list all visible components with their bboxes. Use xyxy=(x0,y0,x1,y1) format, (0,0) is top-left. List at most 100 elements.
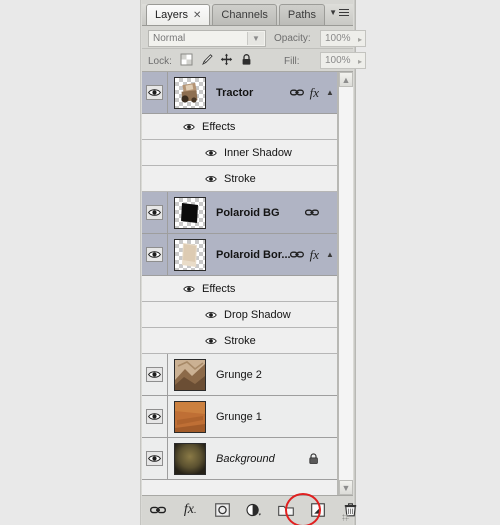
table-row[interactable]: Grunge 1 xyxy=(142,395,337,438)
eye-icon[interactable] xyxy=(204,175,218,183)
layer-thumbnail xyxy=(174,358,206,391)
expand-collapse-effects-icon[interactable]: ▲ xyxy=(323,88,337,97)
screenshot-root: − × Layers ✕ Channels Paths ▼ xyxy=(0,0,500,525)
eye-icon[interactable] xyxy=(204,337,218,345)
list-item[interactable]: Drop Shadow xyxy=(142,302,337,328)
layer-thumbnail-cell[interactable] xyxy=(168,76,212,109)
layer-name[interactable]: Background xyxy=(212,453,308,465)
lock-all-icon xyxy=(308,452,319,465)
effect-label: Stroke xyxy=(224,172,256,185)
layer-visibility-cell[interactable] xyxy=(142,437,168,480)
lock-position-icon[interactable] xyxy=(220,53,233,66)
list-item[interactable]: Stroke xyxy=(142,328,337,354)
link-layers-icon[interactable] xyxy=(289,250,304,259)
effect-row[interactable]: Stroke xyxy=(142,335,256,347)
layer-style-fx-icon[interactable]: fx xyxy=(310,247,319,263)
effect-row[interactable]: Drop Shadow xyxy=(142,309,291,321)
list-item[interactable]: Effects xyxy=(142,114,337,140)
eye-icon[interactable] xyxy=(146,409,163,424)
eye-icon[interactable] xyxy=(146,247,163,262)
layer-style-fx-icon[interactable]: fx xyxy=(310,85,319,101)
list-item[interactable]: Stroke xyxy=(142,166,337,192)
list-item[interactable]: Inner Shadow xyxy=(142,140,337,166)
layer-name[interactable]: Grunge 1 xyxy=(212,411,319,423)
tab-channels[interactable]: Channels xyxy=(212,4,277,25)
scroll-up-arrow-icon[interactable]: ▲ xyxy=(339,72,353,87)
eye-icon[interactable] xyxy=(204,149,218,157)
effects-group-row[interactable]: Effects xyxy=(142,283,235,295)
resize-grip-icon[interactable] xyxy=(342,514,349,521)
layer-thumbnail-cell[interactable] xyxy=(168,400,212,433)
fill-slider-arrow-icon[interactable]: ▸ xyxy=(358,57,362,66)
layer-thumbnail-cell[interactable] xyxy=(168,442,212,475)
fill-input[interactable]: 100% ▸ xyxy=(320,52,366,69)
layer-badges: fx xyxy=(289,247,323,263)
table-row[interactable]: Polaroid BG xyxy=(142,191,337,234)
layer-visibility-cell[interactable] xyxy=(142,395,168,438)
new-layer-icon[interactable] xyxy=(310,502,326,518)
eye-icon[interactable] xyxy=(204,311,218,319)
blend-mode-select[interactable]: Normal ▼ xyxy=(148,30,266,47)
chevron-down-icon[interactable]: ▼ xyxy=(247,32,264,45)
scroll-down-arrow-icon[interactable]: ▼ xyxy=(339,480,353,495)
opacity-input[interactable]: 100% ▸ xyxy=(320,30,366,47)
layer-name[interactable]: Polaroid BG xyxy=(212,207,305,219)
layer-thumbnail-cell[interactable] xyxy=(168,196,212,229)
effect-label: Inner Shadow xyxy=(224,146,292,159)
layer-visibility-cell[interactable] xyxy=(142,191,168,234)
layer-mask-icon[interactable] xyxy=(214,502,230,518)
eye-icon[interactable] xyxy=(146,205,163,220)
effect-row[interactable]: Inner Shadow xyxy=(142,147,292,159)
tab-close-icon[interactable]: ✕ xyxy=(193,10,201,21)
tab-paths[interactable]: Paths xyxy=(278,4,326,25)
link-layers-icon[interactable] xyxy=(305,208,319,217)
table-row[interactable]: Polaroid Bor... fx ▲ xyxy=(142,233,337,276)
lock-image-pixels-icon[interactable] xyxy=(200,53,213,66)
layer-style-fx-icon[interactable]: fx. xyxy=(182,502,198,518)
eye-icon[interactable] xyxy=(146,367,163,382)
layer-list[interactable]: Tractor fx ▲ Effects Inner Shadow Stroke… xyxy=(142,72,338,495)
layer-badges xyxy=(305,208,323,217)
list-item[interactable]: Effects xyxy=(142,276,337,302)
panel-menu-button[interactable]: ▼ xyxy=(329,7,349,18)
panel-tab-bar: Layers ✕ Channels Paths ▼ xyxy=(142,4,353,26)
lock-buttons xyxy=(180,53,253,66)
expand-collapse-effects-icon[interactable]: ▲ xyxy=(323,250,337,259)
layer-thumbnail-cell[interactable] xyxy=(168,238,212,271)
opacity-slider-arrow-icon[interactable]: ▸ xyxy=(358,35,362,44)
eye-icon[interactable] xyxy=(146,85,163,100)
link-layers-icon[interactable] xyxy=(289,88,304,97)
effect-row[interactable]: Stroke xyxy=(142,173,256,185)
opacity-label: Opacity: xyxy=(274,33,311,44)
effects-group-row[interactable]: Effects xyxy=(142,121,235,133)
fill-value: 100% xyxy=(325,55,351,66)
tab-layers[interactable]: Layers ✕ xyxy=(146,4,211,25)
layer-thumbnail xyxy=(174,238,206,271)
eye-icon[interactable] xyxy=(182,285,196,293)
layer-name[interactable]: Tractor xyxy=(212,87,290,99)
layer-visibility-cell[interactable] xyxy=(142,233,168,276)
eye-icon[interactable] xyxy=(146,451,163,466)
link-layers-icon[interactable] xyxy=(150,502,166,518)
table-row[interactable]: Background xyxy=(142,437,337,480)
layer-name[interactable]: Polaroid Bor... xyxy=(212,249,290,261)
effects-label: Effects xyxy=(202,120,236,133)
table-row[interactable]: Grunge 2 xyxy=(142,353,337,396)
table-row[interactable]: Tractor fx ▲ xyxy=(142,72,337,114)
adjustment-layer-icon[interactable] xyxy=(246,502,262,518)
eye-icon[interactable] xyxy=(182,123,196,131)
layer-thumbnail xyxy=(174,76,206,109)
effect-label: Drop Shadow xyxy=(224,308,291,321)
blend-mode-value: Normal xyxy=(153,33,186,44)
lock-transparent-pixels-icon[interactable] xyxy=(180,53,193,66)
layer-thumbnail-cell[interactable] xyxy=(168,358,212,391)
layer-name[interactable]: Grunge 2 xyxy=(212,369,319,381)
layers-panel: − × Layers ✕ Channels Paths ▼ xyxy=(140,0,366,525)
layer-thumbnail xyxy=(174,400,206,433)
lock-all-icon[interactable] xyxy=(240,53,253,66)
layers-bottom-toolbar: fx. xyxy=(142,495,356,525)
layer-visibility-cell[interactable] xyxy=(142,353,168,396)
layer-visibility-cell[interactable] xyxy=(142,72,168,114)
new-group-folder-icon[interactable] xyxy=(278,502,294,518)
vertical-scrollbar[interactable]: ▲ ▼ xyxy=(338,72,353,495)
